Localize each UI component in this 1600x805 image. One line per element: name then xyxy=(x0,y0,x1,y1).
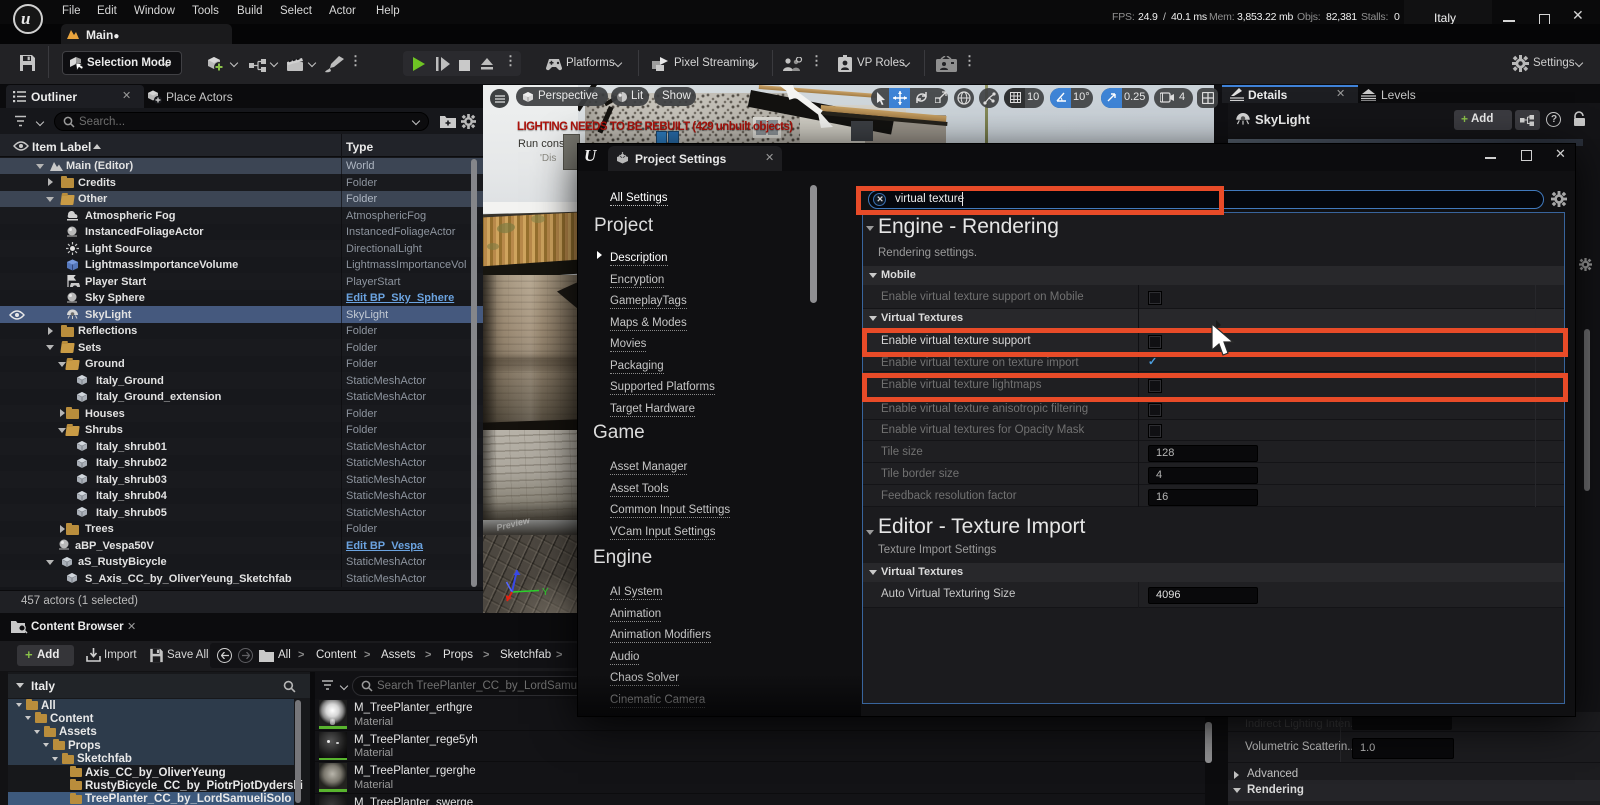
svg-text:Y: Y xyxy=(542,587,549,598)
